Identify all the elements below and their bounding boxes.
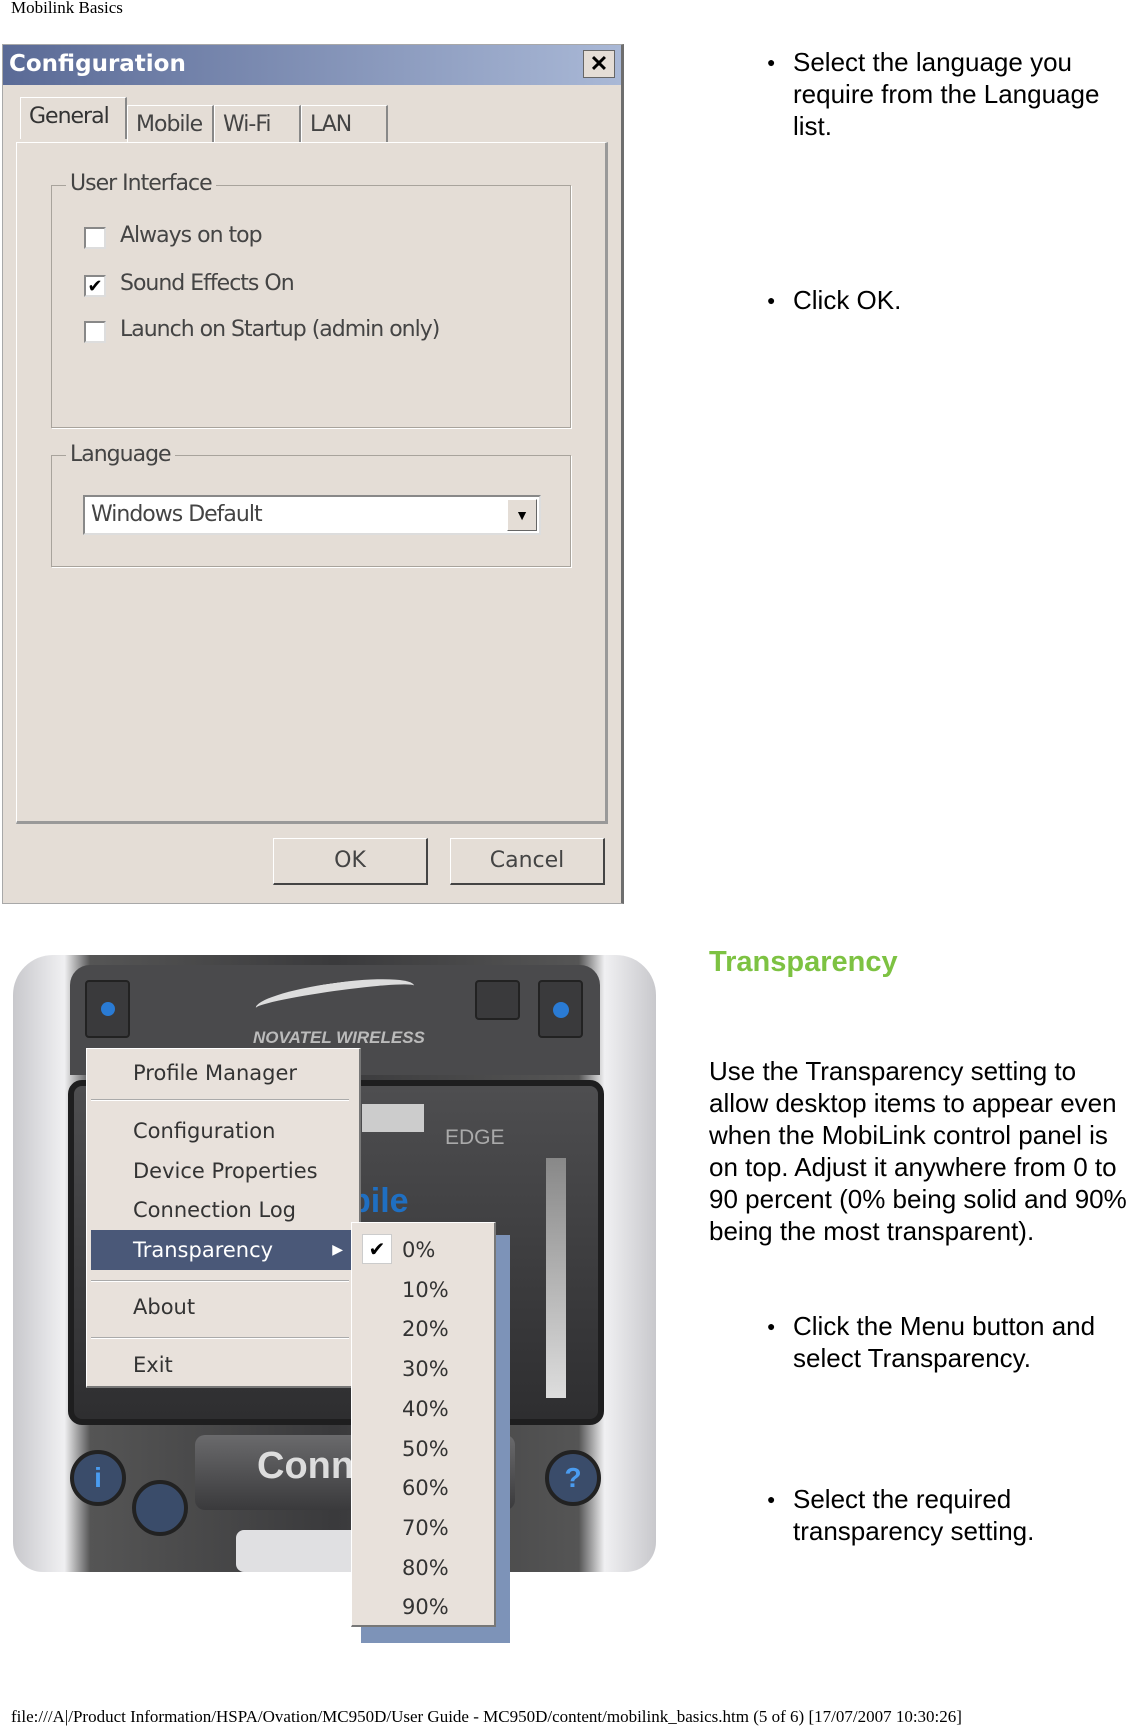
brand-logo: NOVATEL WIRELESS [253,1028,425,1047]
dialog-title-bar: Configuration [3,45,621,85]
close-circle-icon [552,1002,569,1018]
tab-general[interactable]: General [20,97,127,139]
dialog-title: Configuration [9,51,186,77]
minimize-button[interactable] [475,980,520,1020]
step-select-transparency: ● Select the required transparency settin… [767,1484,1035,1546]
page-footer: file:///A|/Product Information/HSPA/Ovat… [11,1707,962,1726]
user-interface-label: User Interface [66,171,216,196]
menu-item-device-properties[interactable]: Device Properties [87,1153,359,1189]
menu-item-exit[interactable]: Exit [87,1347,359,1383]
submenu-item-90-percent[interactable]: 90% [402,1589,449,1625]
step-click-ok: ● Click OK. [767,285,902,315]
menu-separator [91,1280,349,1282]
tab-wifi[interactable]: Wi-Fi [214,105,301,143]
language-value: Windows Default [91,502,263,527]
menu-item-connection-log[interactable]: Connection Log [87,1192,359,1228]
menu-icon [100,1002,115,1016]
transparency-description: Use the Transparency setting to allow de… [709,1056,1127,1246]
submenu-item-70-percent[interactable]: 70% [402,1510,449,1546]
transparency-submenu: ✔ 0% 10% 20% 30% 40% 50% 60% 70% 80% 90% [351,1222,496,1627]
submenu-arrow-icon: ▶ [332,1242,343,1258]
submenu-item-30-percent[interactable]: 30% [402,1351,449,1387]
close-icon: ✕ [589,51,609,76]
menu-separator [91,1337,349,1339]
submenu-item-50-percent[interactable]: 50% [402,1431,449,1467]
page-header: Mobilink Basics [11,0,123,17]
submenu-item-10-percent[interactable]: 10% [402,1272,449,1308]
menu-item-transparency[interactable]: Transparency ▶ [91,1230,351,1270]
tab-mobile[interactable]: Mobile [127,105,214,143]
bullet: ● [767,1491,776,1507]
submenu-item-60-percent[interactable]: 60% [402,1470,449,1506]
help-button[interactable]: ? [545,1450,601,1506]
step-select-language: ● Select the language you require from th… [767,47,1100,141]
tab-lan[interactable]: LAN [301,105,388,143]
transparency-heading: Transparency [709,946,898,978]
menu-item-about[interactable]: About [87,1289,359,1325]
check-icon: ✔ [87,276,103,296]
sound-effects-label: Sound Effects On [120,271,295,296]
context-menu: Profile Manager Configuration Device Pro… [86,1048,361,1388]
menu-item-configuration[interactable]: Configuration [87,1113,359,1149]
submenu-item-0-percent[interactable]: 0% [402,1232,435,1268]
cancel-button[interactable]: Cancel [450,838,605,885]
step-click-menu: ● Click the Menu button and select Transp… [767,1311,1096,1373]
menu-item-profile-manager[interactable]: Profile Manager [87,1055,359,1091]
launch-on-startup-checkbox[interactable] [84,321,106,343]
bullet: ● [767,292,776,308]
submenu-item-20-percent[interactable]: 20% [402,1311,449,1347]
close-button[interactable]: ✕ [583,50,615,78]
submenu-item-80-percent[interactable]: 80% [402,1550,449,1586]
signal-strength-bars [546,1158,566,1398]
chevron-down-icon[interactable]: ▼ [507,499,537,531]
messages-button[interactable] [132,1480,188,1536]
launch-on-startup-label: Launch on Startup (admin only) [120,317,440,342]
user-interface-group [51,185,571,428]
submenu-item-40-percent[interactable]: 40% [402,1391,449,1427]
menu-button[interactable] [85,980,130,1038]
bullet: ● [767,54,776,70]
always-on-top-checkbox[interactable] [84,227,106,249]
network-type: EDGE [445,1126,505,1149]
language-dropdown[interactable]: Windows Default ▼ [83,495,541,535]
profile-select[interactable] [362,1104,424,1132]
ok-button[interactable]: OK [273,838,428,885]
configuration-dialog: Configuration ✕ General Mobile Wi-Fi LAN… [2,44,624,904]
check-icon: ✔ [362,1234,392,1264]
sound-effects-checkbox[interactable]: ✔ [84,275,106,297]
close-window-button[interactable] [538,980,583,1038]
bullet: ● [767,1318,776,1334]
menu-separator [91,1099,349,1101]
language-label: Language [66,442,175,467]
info-button[interactable]: i [70,1450,126,1506]
always-on-top-label: Always on top [120,223,263,248]
